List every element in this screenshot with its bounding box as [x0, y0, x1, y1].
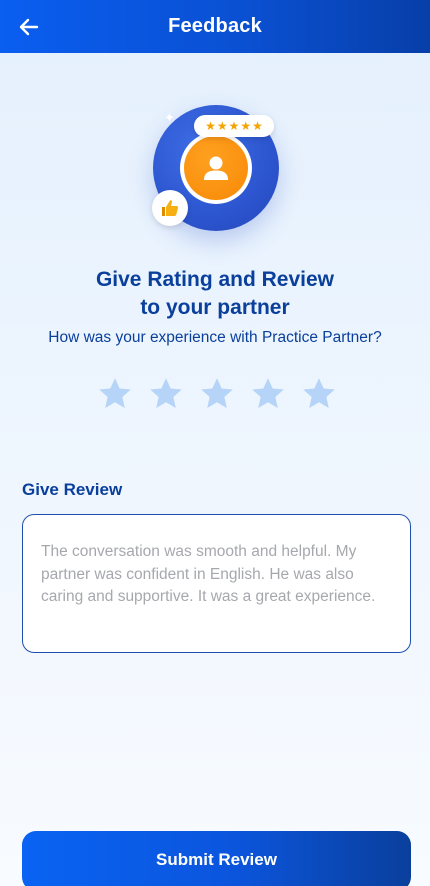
star-icon	[201, 378, 233, 408]
badge-star-icon: ★	[240, 119, 252, 133]
badge-star-icon: ★	[216, 119, 228, 133]
badge-star-icon: ★	[205, 119, 216, 133]
sparkle-icon: ✦	[164, 110, 175, 125]
review-label: Give Review	[22, 480, 123, 499]
back-button[interactable]	[14, 12, 44, 42]
badge-star-icon: ★	[228, 119, 240, 133]
stars-badge: ★ ★ ★ ★ ★	[194, 115, 274, 137]
heading-line-2: to your partner	[140, 296, 290, 319]
thumbs-up-icon	[162, 200, 179, 216]
star-icon	[252, 378, 284, 408]
star-rating	[96, 375, 338, 413]
arrow-left-icon	[19, 18, 39, 36]
page-title: Feedback	[168, 15, 262, 37]
badge-star-icon: ★	[252, 119, 263, 133]
user-icon	[204, 156, 228, 180]
rating-star-4[interactable]	[249, 375, 287, 413]
app-header: Feedback	[0, 0, 430, 53]
avatar	[180, 132, 252, 204]
rating-illustration: ✦ ★ ★ ★ ★ ★	[150, 102, 285, 237]
review-box	[22, 514, 411, 653]
review-textarea[interactable]	[41, 541, 392, 636]
rating-star-3[interactable]	[198, 375, 236, 413]
rating-subtitle: How was your experience with Practice Pa…	[48, 329, 382, 346]
rating-heading: Give Rating and Review to your partner	[0, 266, 430, 322]
rating-star-5[interactable]	[300, 375, 338, 413]
avatar-background	[184, 136, 248, 200]
submit-review-button[interactable]: Submit Review	[22, 831, 411, 886]
rating-star-1[interactable]	[96, 375, 134, 413]
star-icon	[150, 378, 182, 408]
star-icon	[303, 378, 335, 408]
star-icon	[99, 378, 131, 408]
heading-line-1: Give Rating and Review	[95, 268, 335, 291]
rating-star-2[interactable]	[147, 375, 185, 413]
feedback-screen: Feedback ✦ ★ ★ ★ ★ ★ Give Rating and Rev…	[0, 0, 430, 886]
thumbs-up-badge	[152, 190, 188, 226]
